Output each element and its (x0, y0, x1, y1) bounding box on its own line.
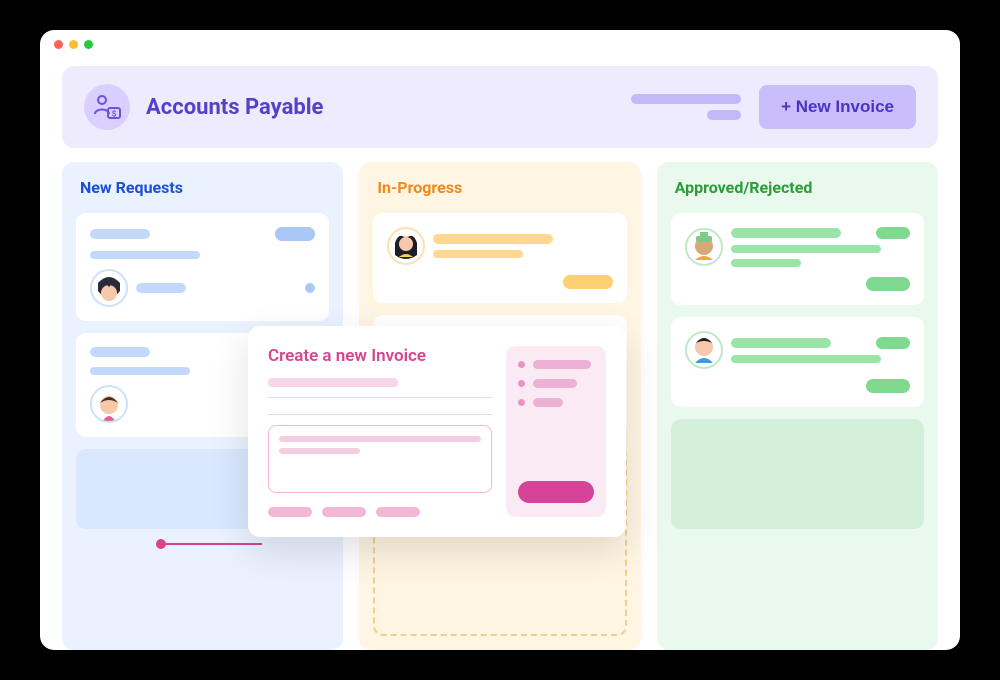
tag-chip[interactable] (376, 507, 420, 517)
sidebar-option[interactable] (518, 398, 594, 407)
column-title: In-Progress (373, 176, 626, 201)
bullet-icon (518, 399, 525, 406)
create-invoice-modal: Create a new Invoice (248, 326, 626, 537)
column-title: Approved/Rejected (671, 176, 924, 201)
accounts-payable-icon: $ (84, 84, 130, 130)
window-maximize-icon[interactable] (84, 40, 93, 49)
column-title: New Requests (76, 176, 329, 201)
modal-tag-row (268, 507, 492, 517)
request-card[interactable] (671, 317, 924, 407)
request-card[interactable] (373, 213, 626, 303)
tag-chip[interactable] (268, 507, 312, 517)
modal-title: Create a new Invoice (268, 346, 492, 366)
page-title: Accounts Payable (146, 95, 323, 120)
app-window: $ Accounts Payable + New Invoice New Req… (40, 30, 960, 650)
request-card[interactable] (671, 213, 924, 305)
sidebar-option[interactable] (518, 360, 594, 369)
submit-invoice-button[interactable] (518, 481, 594, 503)
status-dot-icon (305, 283, 315, 293)
window-titlebar (40, 30, 960, 58)
new-invoice-button[interactable]: + New Invoice (759, 85, 916, 129)
svg-text:$: $ (112, 110, 117, 119)
avatar-icon (90, 385, 128, 423)
window-close-icon[interactable] (54, 40, 63, 49)
empty-card-placeholder (671, 419, 924, 529)
header-placeholder (631, 94, 741, 120)
invoice-description-input[interactable] (268, 425, 492, 493)
column-approved-rejected: Approved/Rejected (657, 162, 938, 650)
bullet-icon (518, 380, 525, 387)
modal-sidebar (506, 346, 606, 517)
tag-chip[interactable] (322, 507, 366, 517)
avatar-icon (387, 227, 425, 265)
modal-field-placeholder (268, 378, 398, 387)
sidebar-option[interactable] (518, 379, 594, 388)
connector-line-icon (162, 543, 262, 545)
request-card[interactable] (76, 213, 329, 321)
bullet-icon (518, 361, 525, 368)
avatar-icon (90, 269, 128, 307)
page-header: $ Accounts Payable + New Invoice (62, 66, 938, 148)
avatar-icon (685, 228, 723, 266)
divider (268, 397, 492, 398)
avatar-icon (685, 331, 723, 369)
window-minimize-icon[interactable] (69, 40, 78, 49)
divider (268, 414, 492, 415)
